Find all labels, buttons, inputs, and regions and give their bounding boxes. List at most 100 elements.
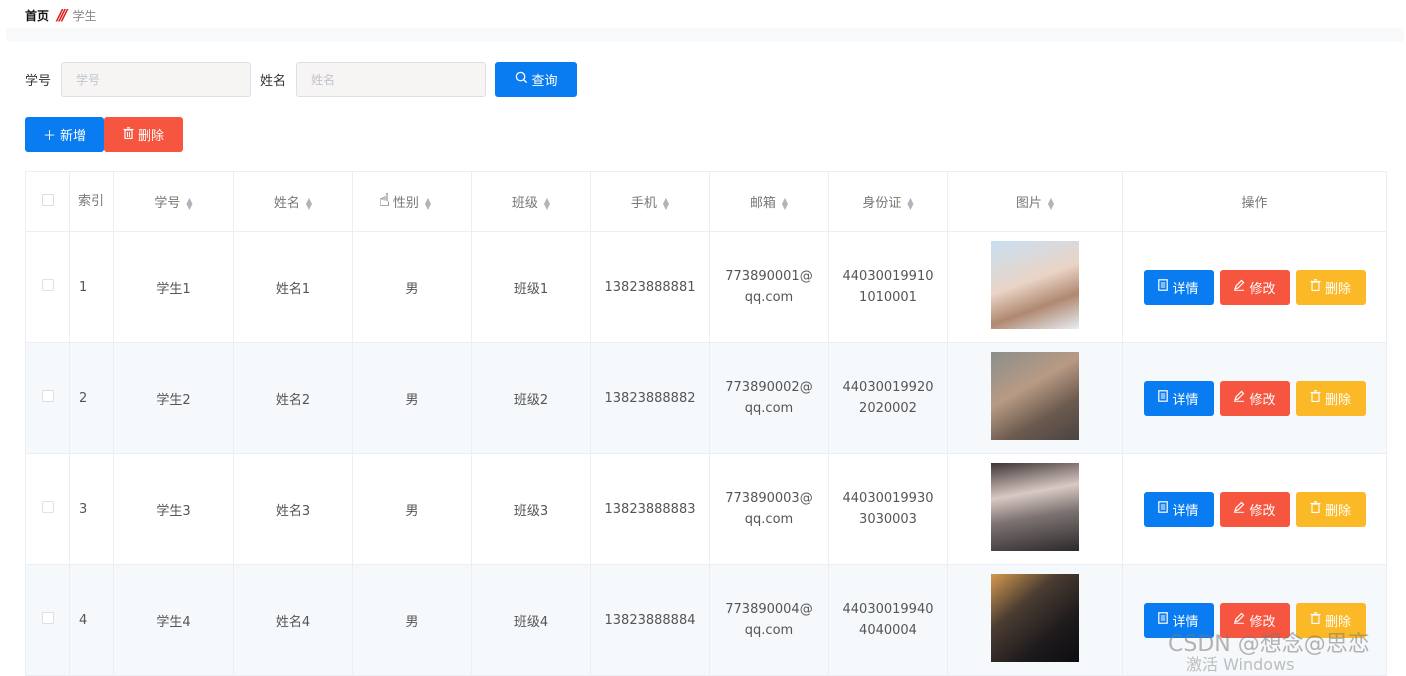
header-phone[interactable]: 手机 ▲ ▼: [590, 171, 710, 232]
trash-icon: [1310, 279, 1321, 295]
add-button[interactable]: ＋ 新增: [25, 117, 104, 152]
table-row: 3 学生3 姓名3 男班级3 13823888883 773890003@qq.com 44…: [25, 453, 1387, 565]
query-button-label: 查询: [531, 74, 558, 89]
cell-id-card: 440300199202020002: [828, 342, 948, 454]
student-table: 索引 学号 ▲ ▼ 姓名 ▲ ▼ 性别 ▲ ▼ 班级 ▲ ▼ 手机 ▲ ▼ 邮箱 ▲ ▼ 身份证 ▲ ▼ 图…: [25, 171, 1387, 676]
cell-index: 3: [69, 453, 114, 565]
sort-icon[interactable]: ▲ ▼: [306, 196, 312, 210]
table-header-row: 索引 学号 ▲ ▼ 姓名 ▲ ▼ 性别 ▲ ▼ 班级 ▲ ▼ 手机 ▲ ▼ 邮箱 ▲ ▼ 身份证 ▲ ▼ 图…: [25, 171, 1387, 232]
cell-gender: 男: [352, 342, 472, 454]
cell-photo: [947, 231, 1123, 343]
header-photo-label: 图片: [1015, 196, 1042, 211]
header-email[interactable]: 邮箱 ▲ ▼: [709, 171, 829, 232]
breadcrumb-current: 学生: [72, 8, 97, 23]
cell-student-id: 学生3: [113, 453, 234, 565]
delete-button[interactable]: 删除: [1295, 380, 1366, 416]
detail-button[interactable]: 详情: [1143, 491, 1214, 527]
cell-name: 姓名1: [233, 231, 353, 343]
header-phone-label: 手机: [630, 196, 657, 211]
search-bar: 学号 姓名 查询: [25, 62, 578, 97]
sort-icon[interactable]: ▲ ▼: [907, 196, 913, 210]
delete-button[interactable]: 删除: [1295, 491, 1366, 527]
name-input[interactable]: [296, 62, 487, 97]
cell-name: 姓名4: [233, 564, 353, 676]
student-photo[interactable]: [991, 241, 1079, 329]
sort-icon[interactable]: ▲ ▼: [1048, 196, 1054, 210]
edit-button[interactable]: 修改: [1219, 491, 1290, 527]
header-class-label: 班级: [511, 196, 538, 211]
cell-photo: [947, 453, 1123, 565]
cell-student-id: 学生2: [113, 342, 234, 454]
cell-gender: 男: [352, 564, 472, 676]
edit-icon: [1233, 501, 1245, 517]
cell-email: 773890002@qq.com: [709, 342, 829, 454]
delete-button-label: 删除: [1324, 392, 1351, 408]
row-checkbox[interactable]: [41, 279, 54, 291]
cell-phone: 13823888882: [590, 342, 710, 454]
cell-class: 班级2: [471, 342, 591, 454]
edit-button-label: 修改: [1249, 392, 1276, 408]
table-row: 4 学生4 姓名4 男班级4 13823888884 773890004@qq.com 44…: [25, 564, 1387, 676]
select-all-checkbox[interactable]: [41, 193, 54, 206]
header-photo[interactable]: 图片 ▲ ▼: [947, 171, 1123, 232]
document-icon: [1158, 501, 1169, 517]
cell-class: 班级1: [471, 231, 591, 343]
header-name-label: 姓名: [273, 196, 300, 211]
header-name[interactable]: 姓名 ▲ ▼: [233, 171, 353, 232]
sort-icon[interactable]: ▲ ▼: [544, 196, 550, 210]
header-operation: 操作: [1122, 171, 1387, 232]
breadcrumb-home[interactable]: 首页: [25, 7, 49, 24]
table-row: 2 学生2 姓名2 男班级2 13823888882 773890002@qq.com 44…: [25, 342, 1387, 454]
row-select-cell: [25, 453, 70, 565]
sort-icon[interactable]: ▲ ▼: [186, 196, 192, 210]
student-id-label: 学号: [25, 74, 52, 89]
student-photo[interactable]: [991, 574, 1079, 662]
search-icon: [515, 71, 528, 88]
header-id-card-label: 身份证: [862, 196, 902, 211]
row-select-cell: [25, 564, 70, 676]
header-gender[interactable]: 性别 ▲ ▼: [352, 171, 472, 232]
detail-button[interactable]: 详情: [1143, 269, 1214, 305]
select-all-cell: [25, 171, 70, 232]
plus-icon: ＋: [42, 129, 56, 144]
cell-phone: 13823888881: [590, 231, 710, 343]
header-id-card[interactable]: 身份证 ▲ ▼: [828, 171, 948, 232]
student-photo[interactable]: [991, 463, 1079, 551]
cell-class: 班级3: [471, 453, 591, 565]
header-student-id[interactable]: 学号 ▲ ▼: [113, 171, 234, 232]
trash-icon: [1310, 390, 1321, 406]
student-photo[interactable]: [991, 352, 1079, 440]
trash-icon: [123, 126, 134, 143]
row-checkbox[interactable]: [41, 501, 54, 513]
cell-operation: 详情 修改 删除: [1122, 342, 1387, 454]
row-checkbox[interactable]: [41, 390, 54, 402]
header-divider: [6, 28, 1404, 42]
action-bar: ＋ 新增 删除: [25, 117, 183, 152]
cell-student-id: 学生1: [113, 231, 234, 343]
header-class[interactable]: 班级 ▲ ▼: [471, 171, 591, 232]
detail-button-label: 详情: [1172, 503, 1199, 519]
edit-icon: [1233, 279, 1245, 295]
edit-button[interactable]: 修改: [1219, 269, 1290, 305]
cell-email: 773890004@qq.com: [709, 564, 829, 676]
cell-gender: 男: [352, 231, 472, 343]
header-student-id-label: 学号: [154, 196, 181, 211]
breadcrumb: 首页 /// 学生: [25, 6, 96, 24]
add-button-label: 新增: [60, 129, 87, 144]
cell-gender: 男: [352, 453, 472, 565]
batch-delete-button[interactable]: 删除: [104, 117, 183, 152]
trash-icon: [1310, 501, 1321, 517]
cell-operation: 详情 修改 删除: [1122, 453, 1387, 565]
cell-email: 773890003@qq.com: [709, 453, 829, 565]
row-checkbox[interactable]: [41, 612, 54, 624]
detail-button[interactable]: 详情: [1143, 380, 1214, 416]
sort-icon[interactable]: ▲ ▼: [782, 196, 788, 210]
student-id-input[interactable]: [61, 62, 252, 97]
delete-button[interactable]: 删除: [1295, 269, 1366, 305]
sort-icon[interactable]: ▲ ▼: [425, 196, 431, 210]
cell-id-card: 440300199303030003: [828, 453, 948, 565]
query-button[interactable]: 查询: [495, 62, 578, 97]
sort-icon[interactable]: ▲ ▼: [663, 196, 669, 210]
cell-operation: 详情 修改 删除: [1122, 231, 1387, 343]
edit-button[interactable]: 修改: [1219, 380, 1290, 416]
